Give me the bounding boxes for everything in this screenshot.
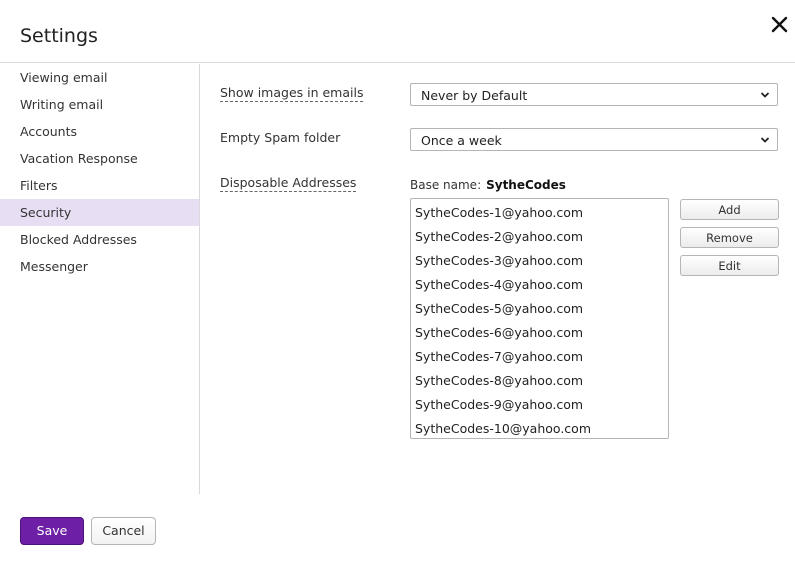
sidebar-item-filters[interactable]: Filters bbox=[0, 172, 199, 199]
close-icon bbox=[771, 16, 788, 33]
page-title: Settings bbox=[20, 25, 98, 47]
edit-address-button[interactable]: Edit bbox=[680, 255, 779, 276]
sidebar-item-label: Messenger bbox=[20, 259, 88, 274]
sidebar-item-blocked-addresses[interactable]: Blocked Addresses bbox=[0, 226, 199, 253]
list-item[interactable]: SytheCodes-10@yahoo.com bbox=[415, 417, 591, 438]
list-item[interactable]: SytheCodes-7@yahoo.com bbox=[415, 345, 583, 369]
disposable-addresses-label-text: Disposable Addresses bbox=[220, 175, 357, 192]
show-images-label[interactable]: Show images in emails bbox=[220, 85, 364, 102]
sidebar-item-accounts[interactable]: Accounts bbox=[0, 118, 199, 145]
sidebar-item-label: Filters bbox=[20, 178, 58, 193]
base-name-value: SytheCodes bbox=[486, 178, 566, 192]
sidebar-item-label: Blocked Addresses bbox=[20, 232, 137, 247]
disposable-address-list[interactable]: SytheCodes-1@yahoo.com SytheCodes-2@yaho… bbox=[410, 198, 669, 439]
sidebar-item-viewing-email[interactable]: Viewing email bbox=[0, 64, 199, 91]
add-address-button[interactable]: Add bbox=[680, 199, 779, 220]
header-divider bbox=[0, 62, 795, 63]
disposable-addresses-label[interactable]: Disposable Addresses bbox=[220, 175, 357, 192]
list-item[interactable]: SytheCodes-8@yahoo.com bbox=[415, 369, 583, 393]
show-images-label-text: Show images in emails bbox=[220, 85, 364, 102]
base-name-label: Base name: bbox=[410, 178, 482, 192]
remove-address-button[interactable]: Remove bbox=[680, 227, 779, 248]
chevron-down-icon bbox=[760, 137, 770, 143]
sidebar-item-label: Accounts bbox=[20, 124, 77, 139]
sidebar-item-vacation-response[interactable]: Vacation Response bbox=[0, 145, 199, 172]
list-item[interactable]: SytheCodes-9@yahoo.com bbox=[415, 393, 583, 417]
sidebar-item-label: Security bbox=[20, 205, 72, 220]
sidebar-item-label: Viewing email bbox=[20, 70, 108, 85]
list-item[interactable]: SytheCodes-2@yahoo.com bbox=[415, 225, 583, 249]
cancel-button[interactable]: Cancel bbox=[91, 517, 156, 545]
sidebar-item-security[interactable]: Security bbox=[0, 199, 199, 226]
show-images-select[interactable]: Never by Default bbox=[410, 83, 778, 106]
chevron-down-icon bbox=[760, 92, 770, 98]
sidebar: Viewing email Writing email Accounts Vac… bbox=[0, 64, 200, 494]
sidebar-item-label: Vacation Response bbox=[20, 151, 138, 166]
empty-spam-value: Once a week bbox=[421, 133, 502, 148]
sidebar-item-writing-email[interactable]: Writing email bbox=[0, 91, 199, 118]
show-images-value: Never by Default bbox=[421, 88, 528, 103]
list-item[interactable]: SytheCodes-6@yahoo.com bbox=[415, 321, 583, 345]
empty-spam-label: Empty Spam folder bbox=[220, 130, 341, 145]
list-item[interactable]: SytheCodes-3@yahoo.com bbox=[415, 249, 583, 273]
empty-spam-select[interactable]: Once a week bbox=[410, 128, 778, 151]
sidebar-item-label: Writing email bbox=[20, 97, 104, 112]
list-item[interactable]: SytheCodes-1@yahoo.com bbox=[415, 201, 583, 225]
list-item[interactable]: SytheCodes-5@yahoo.com bbox=[415, 297, 583, 321]
list-item[interactable]: SytheCodes-4@yahoo.com bbox=[415, 273, 583, 297]
sidebar-item-messenger[interactable]: Messenger bbox=[0, 253, 199, 280]
close-button[interactable] bbox=[767, 12, 793, 38]
save-button[interactable]: Save bbox=[20, 517, 84, 545]
base-name: Base name: SytheCodes bbox=[410, 177, 566, 193]
